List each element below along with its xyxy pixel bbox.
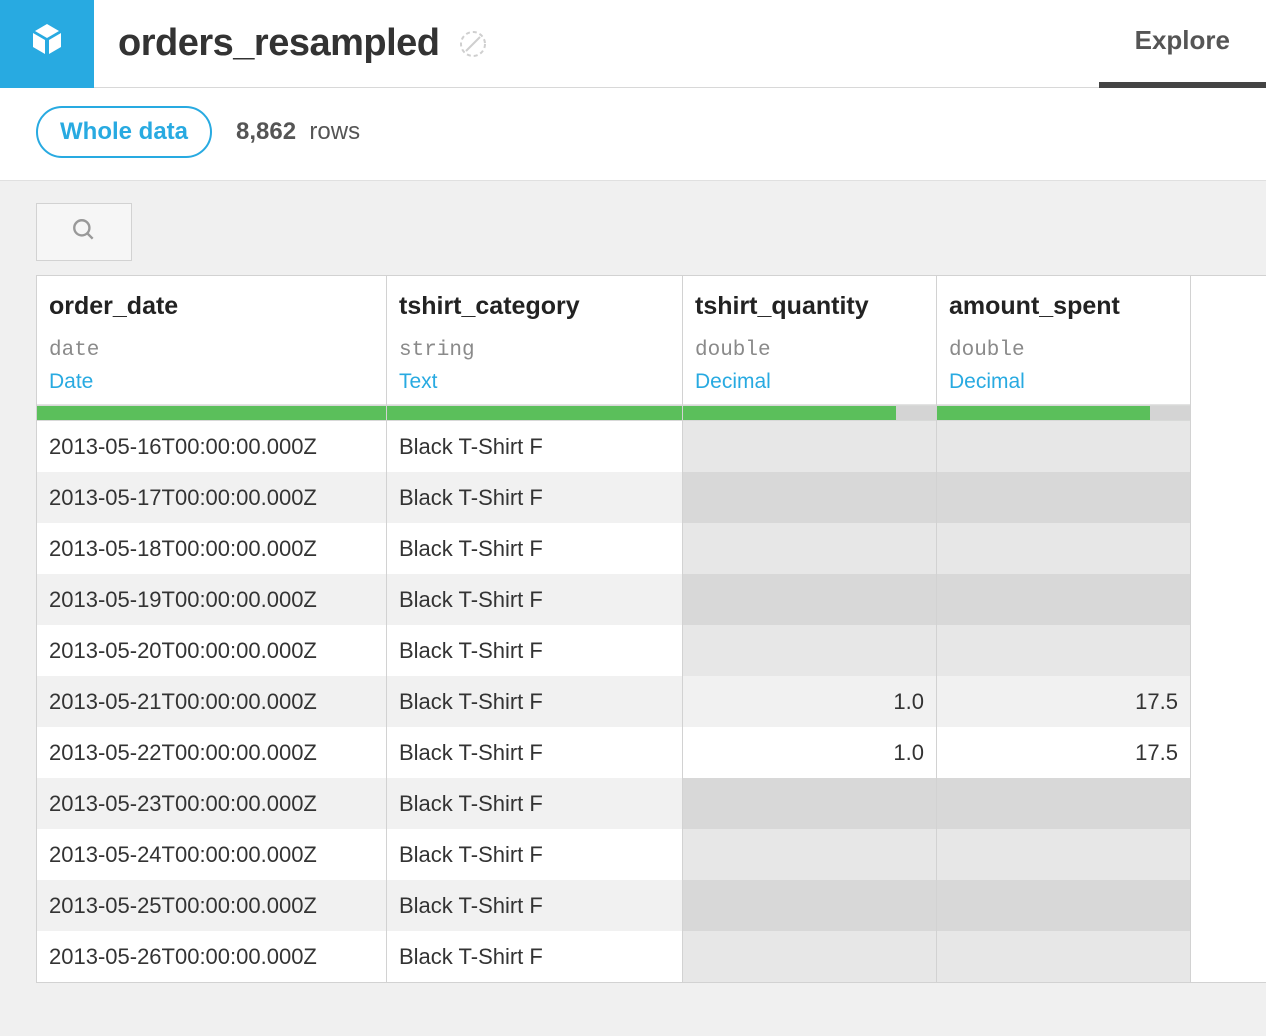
table-cell[interactable]: 2013-05-25T00:00:00.000Z xyxy=(37,880,386,931)
quality-bar[interactable] xyxy=(683,405,936,421)
table-cell[interactable]: Black T-Shirt F xyxy=(387,574,682,625)
quality-empty-segment xyxy=(896,406,936,420)
quality-bar[interactable] xyxy=(387,405,682,421)
table-cell[interactable]: 2013-05-16T00:00:00.000Z xyxy=(37,421,386,472)
row-count: 8,862 rows xyxy=(236,118,360,146)
search-icon xyxy=(71,217,97,248)
table-cell[interactable] xyxy=(937,829,1190,880)
column-storage-type: string xyxy=(399,339,670,362)
column-meaning[interactable]: Date xyxy=(49,370,374,394)
tab-explore[interactable]: Explore xyxy=(1099,0,1266,88)
table-cell[interactable] xyxy=(937,574,1190,625)
table-cell[interactable] xyxy=(937,778,1190,829)
table-cell[interactable]: Black T-Shirt F xyxy=(387,676,682,727)
table-cell[interactable]: 2013-05-20T00:00:00.000Z xyxy=(37,625,386,676)
column-storage-type: date xyxy=(49,339,374,362)
quality-valid-segment xyxy=(937,406,1150,420)
table-cell[interactable] xyxy=(937,625,1190,676)
table-cell[interactable] xyxy=(683,472,936,523)
quality-valid-segment xyxy=(387,406,682,420)
quality-empty-segment xyxy=(1150,406,1190,420)
tab-explore-label: Explore xyxy=(1135,25,1230,56)
quality-valid-segment xyxy=(37,406,386,420)
table-cell[interactable]: 2013-05-17T00:00:00.000Z xyxy=(37,472,386,523)
table-cell[interactable] xyxy=(683,829,936,880)
table-cell[interactable]: Black T-Shirt F xyxy=(387,625,682,676)
page-title: orders_resampled xyxy=(118,22,440,65)
table-cell[interactable] xyxy=(937,523,1190,574)
column-name: order_date xyxy=(49,292,374,321)
column-header[interactable]: amount_spentdouble Decimal xyxy=(937,276,1190,405)
column-meaning[interactable]: Decimal xyxy=(949,370,1178,394)
column-name: amount_spent xyxy=(949,292,1178,321)
table-cell[interactable] xyxy=(937,421,1190,472)
not-synced-icon xyxy=(458,29,488,59)
quality-bar[interactable] xyxy=(937,405,1190,421)
column-tshirt_category: tshirt_categorystring Text Black T-Shirt F… xyxy=(387,276,683,982)
table-cell[interactable]: 17.5 xyxy=(937,676,1190,727)
table-cell[interactable]: 2013-05-26T00:00:00.000Z xyxy=(37,931,386,982)
quality-bar[interactable] xyxy=(37,405,386,421)
grid-area: order_datedate Date 2013-05-16T00:00:00.00… xyxy=(0,181,1266,1036)
titlebar: orders_resampled Explore xyxy=(0,0,1266,88)
dataset-icon xyxy=(0,0,94,88)
column-storage-type: double xyxy=(695,339,924,362)
table-cell[interactable]: 2013-05-21T00:00:00.000Z xyxy=(37,676,386,727)
column-header[interactable]: order_datedate Date xyxy=(37,276,386,405)
quality-valid-segment xyxy=(683,406,896,420)
column-tshirt_quantity: tshirt_quantitydouble Decimal 1.01.0 xyxy=(683,276,937,982)
column-header[interactable]: tshirt_categorystring Text xyxy=(387,276,682,405)
table-cell[interactable] xyxy=(937,931,1190,982)
table-cell[interactable]: 1.0 xyxy=(683,676,936,727)
summary-row: Whole data 8,862 rows xyxy=(0,88,1266,181)
table-cell[interactable] xyxy=(683,880,936,931)
column-meaning[interactable]: Text xyxy=(399,370,670,394)
table-cell[interactable] xyxy=(937,472,1190,523)
table-cell[interactable]: Black T-Shirt F xyxy=(387,778,682,829)
table-cell[interactable]: Black T-Shirt F xyxy=(387,421,682,472)
column-header[interactable]: tshirt_quantitydouble Decimal xyxy=(683,276,936,405)
table-cell[interactable]: Black T-Shirt F xyxy=(387,829,682,880)
table-cell[interactable]: 2013-05-22T00:00:00.000Z xyxy=(37,727,386,778)
table-cell[interactable] xyxy=(683,931,936,982)
table-cell[interactable] xyxy=(683,778,936,829)
table-cell[interactable]: Black T-Shirt F xyxy=(387,931,682,982)
table-cell[interactable]: 2013-05-23T00:00:00.000Z xyxy=(37,778,386,829)
table-cell[interactable] xyxy=(683,523,936,574)
whole-data-button[interactable]: Whole data xyxy=(36,106,212,158)
column-meaning[interactable]: Decimal xyxy=(695,370,924,394)
table-cell[interactable]: 2013-05-18T00:00:00.000Z xyxy=(37,523,386,574)
table-cell[interactable]: 17.5 xyxy=(937,727,1190,778)
column-search[interactable] xyxy=(36,203,132,261)
column-name: tshirt_quantity xyxy=(695,292,924,321)
column-order_date: order_datedate Date 2013-05-16T00:00:00.00… xyxy=(37,276,387,982)
table-cell[interactable]: Black T-Shirt F xyxy=(387,523,682,574)
column-name: tshirt_category xyxy=(399,292,670,321)
column-storage-type: double xyxy=(949,339,1178,362)
table-cell[interactable]: Black T-Shirt F xyxy=(387,727,682,778)
table-cell[interactable] xyxy=(937,880,1190,931)
column-amount_spent: amount_spentdouble Decimal 17.517.5 xyxy=(937,276,1191,982)
table-cell[interactable]: Black T-Shirt F xyxy=(387,472,682,523)
data-table: order_datedate Date 2013-05-16T00:00:00.00… xyxy=(36,275,1266,983)
table-cell[interactable]: 1.0 xyxy=(683,727,936,778)
table-cell[interactable]: 2013-05-24T00:00:00.000Z xyxy=(37,829,386,880)
table-cell[interactable] xyxy=(683,574,936,625)
table-cell[interactable]: 2013-05-19T00:00:00.000Z xyxy=(37,574,386,625)
table-cell[interactable] xyxy=(683,625,936,676)
table-cell[interactable] xyxy=(683,421,936,472)
table-cell[interactable]: Black T-Shirt F xyxy=(387,880,682,931)
